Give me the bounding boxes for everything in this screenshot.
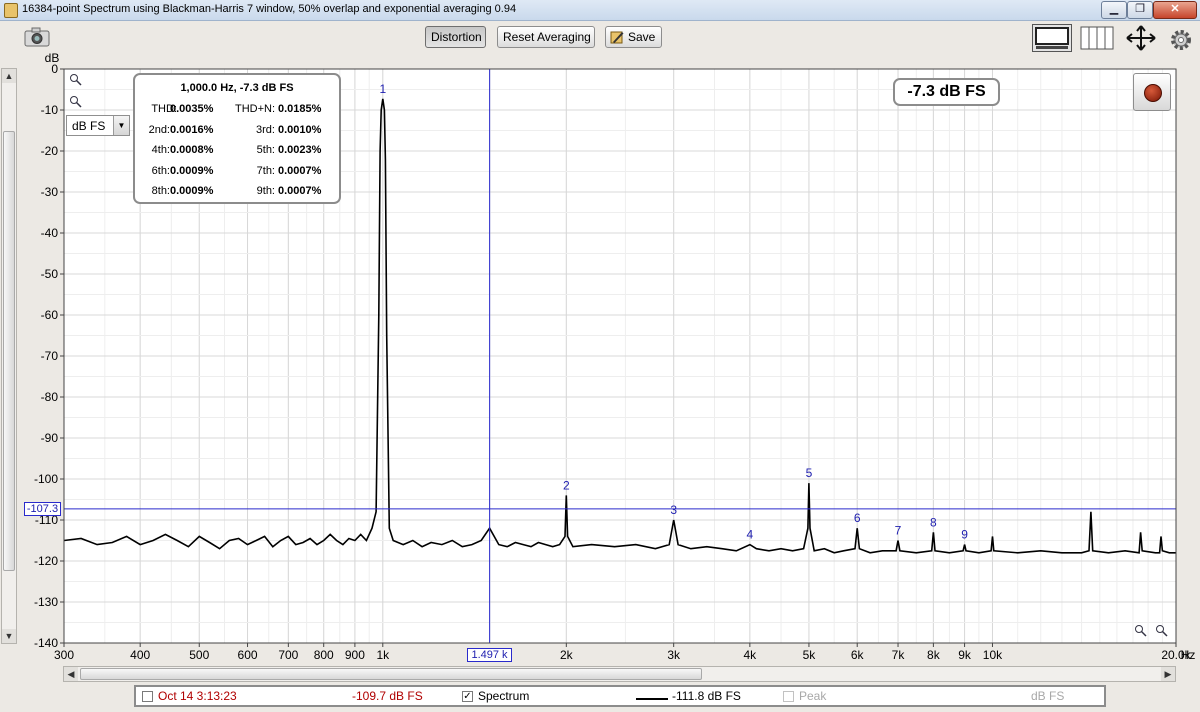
harmonic-label: 4 <box>747 528 754 542</box>
x-tick-label: 1k <box>376 648 390 662</box>
distortion-row: 4th: 0.0008% 5th: 0.0023% <box>135 144 339 158</box>
zoom-in-x-icon[interactable] <box>1134 624 1147 637</box>
capture-label: Oct 14 3:13:23 <box>158 689 237 703</box>
y-tick-label: -60 <box>41 308 59 322</box>
y-tick-label: -100 <box>34 472 58 486</box>
y-tick-label: -10 <box>41 103 59 117</box>
chevron-down-icon[interactable]: ▼ <box>113 116 129 135</box>
distortion-row: 8th: 0.0009% 9th: 0.0007% <box>135 185 339 199</box>
horizontal-scrollbar[interactable]: ◀ ▶ <box>63 666 1176 682</box>
distortion-value: 0.0009% <box>170 165 214 177</box>
x-axis-ticks: 300 400 500 600 700 800 900 1k 2k 3k 4k 5k 6k 7k 8k 9k 1… <box>54 643 1192 662</box>
zoom-in-y-icon[interactable] <box>69 73 82 86</box>
distortion-label: 2nd: <box>148 124 170 136</box>
record-icon <box>1144 84 1162 102</box>
harmonic-label: 6 <box>854 511 861 525</box>
distortion-label: 4th: <box>151 144 170 156</box>
x-tick-label: 6k <box>851 648 865 662</box>
scroll-right-arrow[interactable]: ▶ <box>1161 667 1175 681</box>
x-tick-label: 400 <box>130 648 150 662</box>
record-button[interactable] <box>1133 73 1171 111</box>
units-dropdown-value: dB FS <box>72 119 106 133</box>
harmonic-label: 2 <box>563 478 570 492</box>
distortion-label: THD+N: <box>234 103 275 115</box>
distortion-value: 0.0009% <box>170 185 214 197</box>
peak-checkbox[interactable] <box>783 691 794 702</box>
x-tick-label: 8k <box>927 648 941 662</box>
scroll-left-arrow[interactable]: ◀ <box>64 667 78 681</box>
peak-label: Peak <box>799 689 827 703</box>
distortion-label: 6th: <box>151 165 170 177</box>
distortion-row: 2nd: 0.0016% 3rd: 0.0010% <box>135 124 339 138</box>
distortion-value: 0.0185% <box>278 103 322 115</box>
x-tick-label: 600 <box>238 648 258 662</box>
x-tick-label: 800 <box>314 648 334 662</box>
x-cursor-readout[interactable]: 1.497 k <box>467 648 512 662</box>
distortion-label: 7th: <box>256 165 275 177</box>
distortion-value: 0.0007% <box>278 185 322 197</box>
horizontal-scroll-thumb[interactable] <box>80 668 702 680</box>
distortion-label: 8th: <box>151 185 170 197</box>
y-tick-label: -30 <box>41 185 59 199</box>
y-tick-label: -90 <box>41 431 59 445</box>
capture-checkbox[interactable] <box>142 691 153 702</box>
x-tick-label: 900 <box>345 648 365 662</box>
distortion-value: 0.0016% <box>170 124 214 136</box>
distortion-label: 9th: <box>256 185 275 197</box>
distortion-value: 0.0010% <box>278 124 322 136</box>
spectrum-label: Spectrum <box>478 689 530 703</box>
distortion-row: 6th: 0.0009% 7th: 0.0007% <box>135 165 339 179</box>
harmonic-label: 8 <box>930 515 937 529</box>
x-axis-label: Hz <box>1181 648 1196 662</box>
distortion-label: 3rd: <box>256 124 275 136</box>
harmonic-label: 9 <box>961 528 968 542</box>
distortion-readout: 1,000.0 Hz, -7.3 dB FS THD: 0.0035% THD+… <box>133 73 341 204</box>
spectrum-checkbox[interactable]: ✓ <box>462 691 473 702</box>
spectrum-value: -111.8 dB FS <box>672 689 741 703</box>
x-tick-label: 700 <box>278 648 298 662</box>
y-axis-label: dB <box>45 51 60 65</box>
spectrum-line-swatch <box>636 698 668 700</box>
fundamental-readout: 1,000.0 Hz, -7.3 dB FS <box>180 82 294 94</box>
harmonic-label: 3 <box>670 503 677 517</box>
harmonic-label: 5 <box>806 466 813 480</box>
x-tick-label: 2k <box>560 648 574 662</box>
x-tick-label: 9k <box>958 648 972 662</box>
x-tick-label: 5k <box>803 648 817 662</box>
distortion-row: THD: 0.0035% THD+N: 0.0185% <box>135 103 339 117</box>
y-tick-label: -80 <box>41 390 59 404</box>
harmonic-label: 7 <box>895 524 902 538</box>
peak-value: dB FS <box>1031 689 1065 703</box>
y-cursor-readout[interactable]: -107.3 <box>24 502 61 516</box>
y-tick-label: -120 <box>34 554 58 568</box>
y-tick-label: -50 <box>41 267 59 281</box>
x-tick-label: 300 <box>54 648 74 662</box>
x-tick-label: 4k <box>744 648 758 662</box>
legend-bar: Oct 14 3:13:23 -109.7 dB FS ✓ Spectrum -… <box>134 685 1106 707</box>
distortion-label: 5th: <box>256 144 275 156</box>
distortion-value: 0.0008% <box>170 144 214 156</box>
zoom-out-x-icon[interactable] <box>1155 624 1168 637</box>
y-tick-label: -40 <box>41 226 59 240</box>
x-tick-label: 500 <box>189 648 209 662</box>
x-tick-label: 10k <box>983 648 1003 662</box>
x-tick-label: 3k <box>667 648 681 662</box>
x-tick-label: 7k <box>892 648 906 662</box>
zoom-out-y-icon[interactable] <box>69 95 82 108</box>
y-tick-label: -70 <box>41 349 59 363</box>
harmonic-label: 1 <box>379 82 386 96</box>
distortion-value: 0.0023% <box>278 144 322 156</box>
level-readout: -7.3 dB FS <box>893 78 1000 106</box>
distortion-value: 0.0035% <box>170 103 214 115</box>
units-dropdown[interactable]: dB FS ▼ <box>66 115 130 136</box>
y-tick-label: -130 <box>34 595 58 609</box>
distortion-value: 0.0007% <box>278 165 322 177</box>
capture-value: -109.7 dB FS <box>352 689 423 703</box>
y-tick-label: -20 <box>41 144 59 158</box>
y-axis-ticks: 0-10-20-30-40-50-60-70-80-90-100-110-120… <box>34 62 64 650</box>
